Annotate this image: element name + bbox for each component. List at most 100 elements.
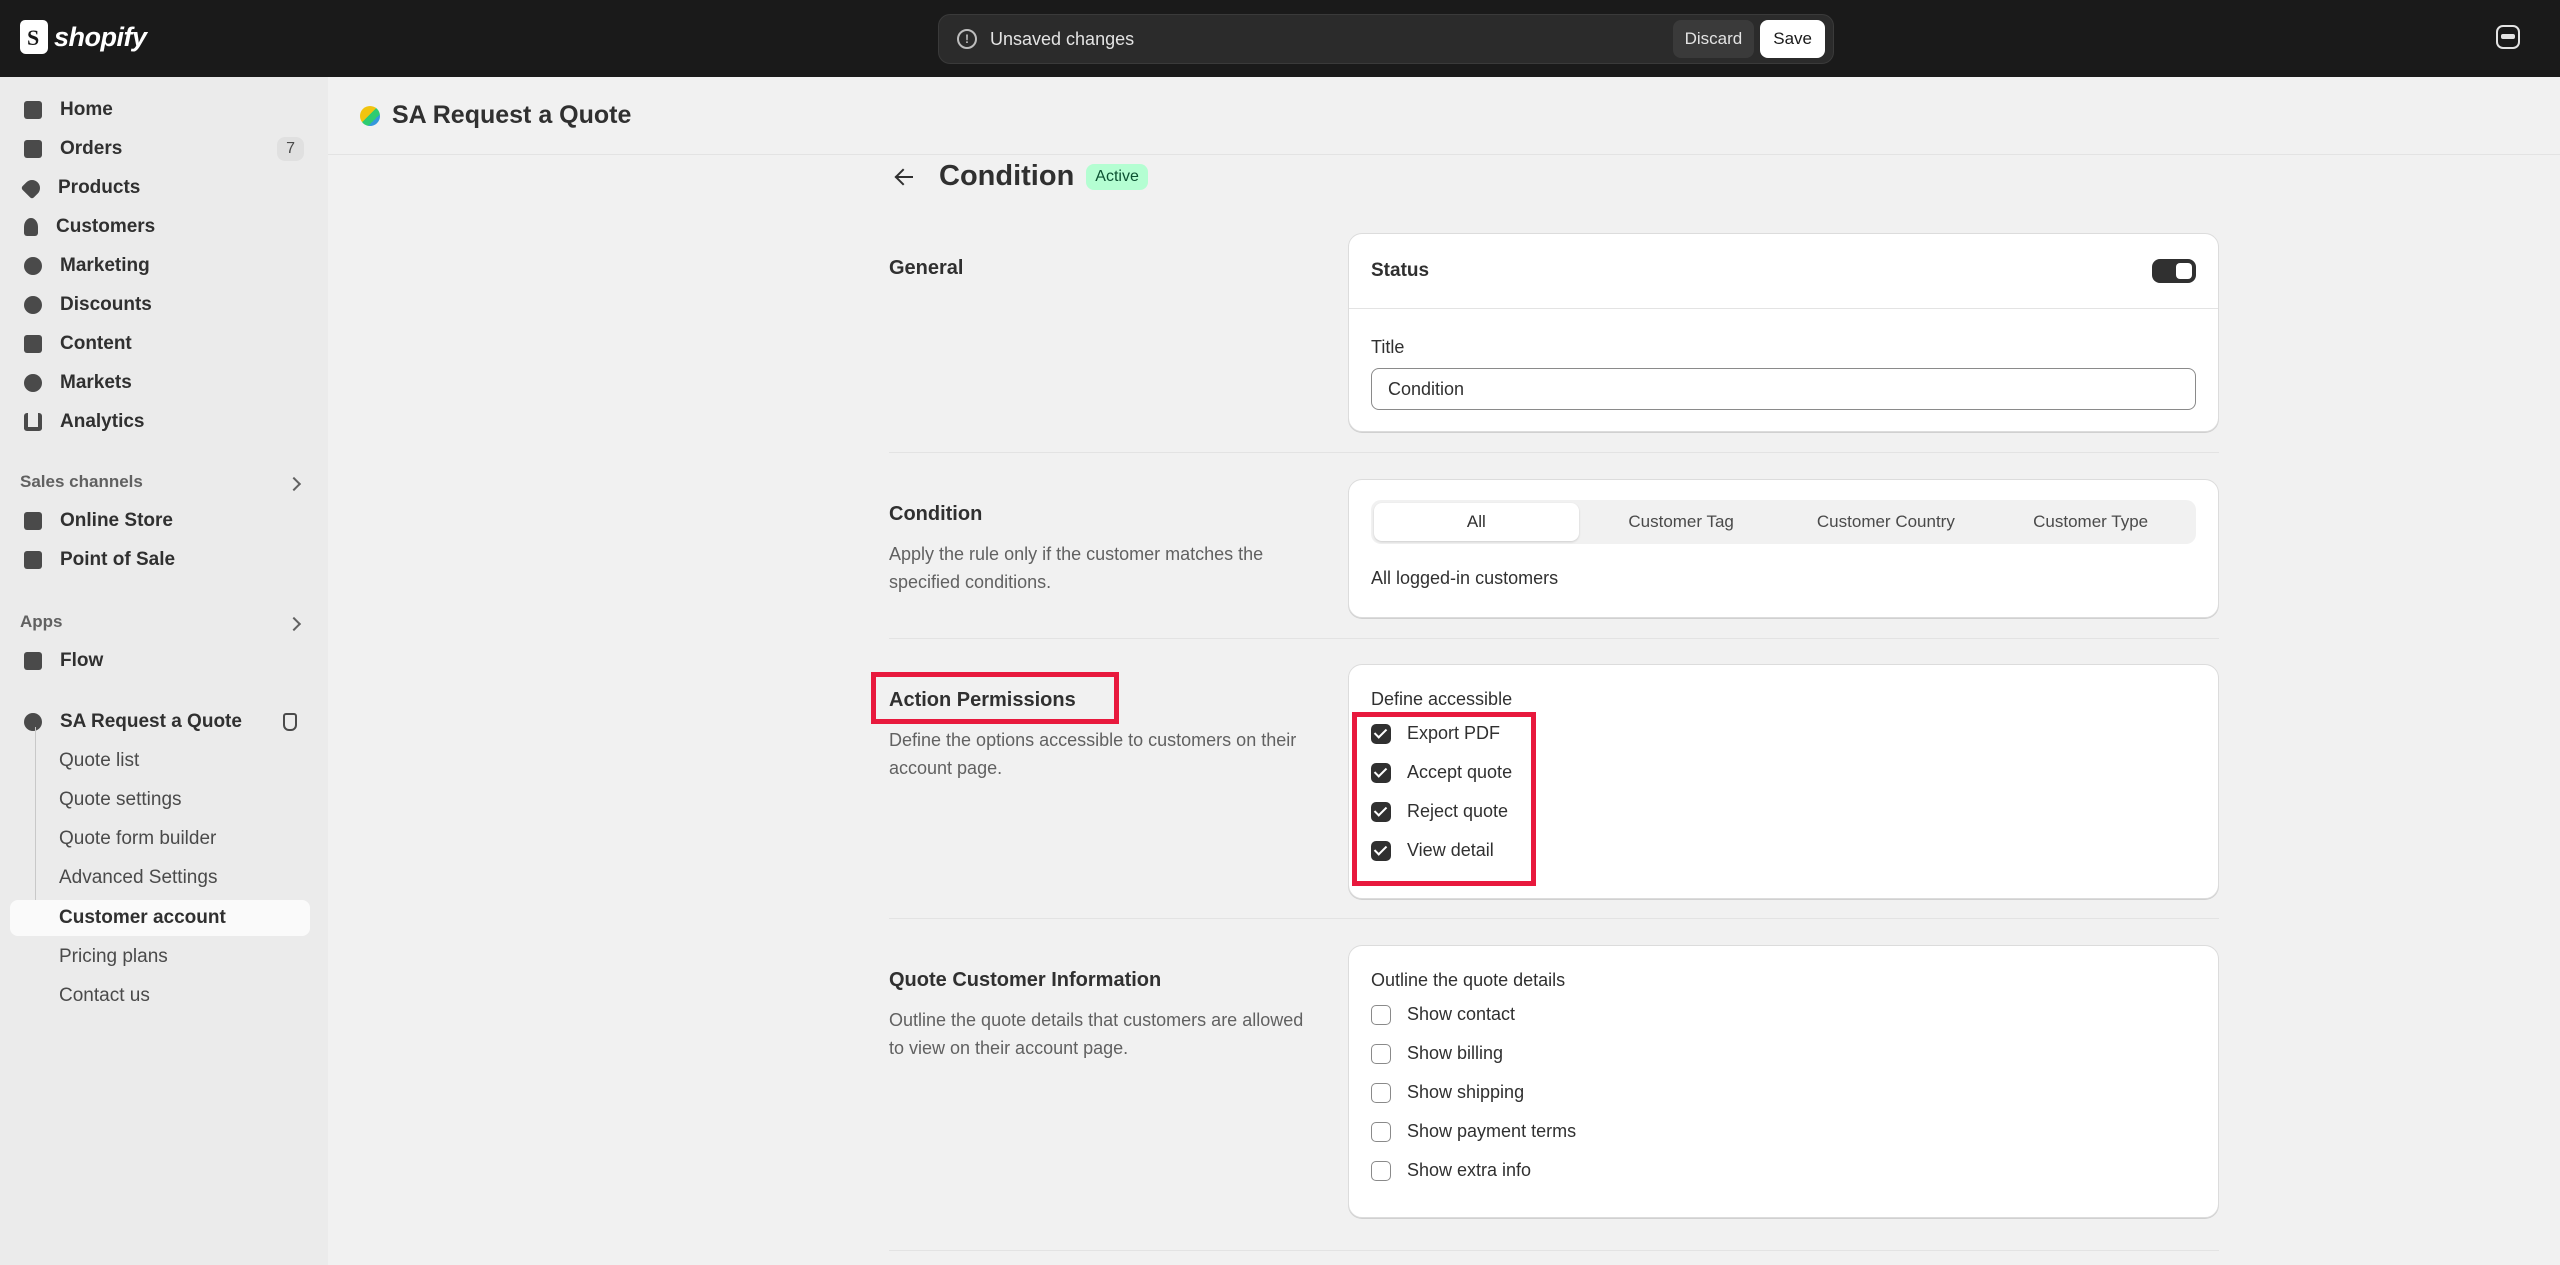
page-heading: Condition Active: [893, 160, 1148, 193]
general-card: Status Title Condition: [1348, 233, 2219, 432]
sidebar: Home Orders 7 Products Customers Marketin…: [0, 77, 328, 1265]
target-icon: [24, 257, 42, 275]
sidebar-item-label: Content: [60, 333, 132, 354]
shopify-logo[interactable]: shopify: [20, 20, 147, 54]
condition-section-title: Condition: [889, 503, 983, 525]
tab-customer-type[interactable]: Customer Type: [1988, 503, 2193, 541]
save-button[interactable]: Save: [1760, 20, 1825, 58]
sidebar-subitem-customer-account[interactable]: Customer account: [10, 900, 310, 936]
status-badge: Active: [1086, 163, 1148, 190]
quote-info-description: Outline the quote details that customers…: [889, 1010, 1304, 1058]
checkbox-show-payment-terms[interactable]: Show payment terms: [1371, 1112, 2218, 1151]
sales-channels-heading: Sales channels: [20, 472, 143, 491]
tab-customer-country[interactable]: Customer Country: [1784, 503, 1989, 541]
general-section-title: General: [889, 257, 964, 279]
checkbox-unchecked-icon[interactable]: [1371, 1121, 1391, 1142]
home-icon: [24, 101, 42, 119]
contextual-save-bar: ! Unsaved changes Discard Save: [938, 14, 1834, 64]
checkbox-show-shipping[interactable]: Show shipping: [1371, 1073, 2218, 1112]
unsaved-changes-text: Unsaved changes: [990, 28, 1135, 49]
sidebar-item-markets[interactable]: Markets: [10, 365, 310, 401]
sidebar-subitem-quote-settings[interactable]: Quote settings: [10, 782, 310, 818]
discard-button[interactable]: Discard: [1672, 20, 1755, 58]
checkbox-unchecked-icon[interactable]: [1371, 1004, 1391, 1025]
condition-tabs: All Customer Tag Customer Country Custom…: [1371, 500, 2196, 544]
sidebar-item-products[interactable]: Products: [10, 170, 310, 206]
title-input[interactable]: Condition: [1371, 368, 2196, 410]
sidebar-item-point-of-sale[interactable]: Point of Sale: [10, 542, 310, 578]
sidebar-item-label: Home: [60, 99, 113, 120]
tag-icon: [20, 176, 44, 200]
highlight-box: [1352, 712, 1536, 886]
sidebar-item-label: Flow: [60, 650, 104, 671]
pos-icon: [24, 551, 42, 569]
define-accessible-label: Define accessible: [1371, 689, 1513, 709]
checkbox-label: Show billing: [1407, 1043, 1504, 1063]
sidebar-item-content[interactable]: Content: [10, 326, 310, 362]
divider: [889, 918, 2219, 919]
sidebar-item-sa-request-a-quote[interactable]: SA Request a Quote: [10, 704, 310, 740]
sidebar-item-customers[interactable]: Customers: [10, 209, 310, 245]
title-field-label: Title: [1371, 337, 1405, 357]
sidebar-item-orders[interactable]: Orders 7: [10, 131, 310, 167]
divider: [889, 638, 2219, 639]
checkbox-unchecked-icon[interactable]: [1371, 1160, 1391, 1181]
checkbox-unchecked-icon[interactable]: [1371, 1043, 1391, 1064]
sidebar-item-label: Marketing: [60, 255, 150, 276]
alert-icon: !: [957, 29, 977, 49]
sidebar-item-label: Discounts: [60, 294, 152, 315]
discount-icon: [24, 296, 42, 314]
logo-text: shopify: [54, 21, 147, 52]
account-icon[interactable]: [2496, 25, 2520, 49]
sidebar-subitem-advanced-settings[interactable]: Advanced Settings: [10, 860, 310, 896]
sidebar-item-label: Point of Sale: [60, 549, 176, 570]
sidebar-item-home[interactable]: Home: [10, 92, 310, 128]
flow-icon: [24, 652, 42, 670]
tab-customer-tag[interactable]: Customer Tag: [1579, 503, 1784, 541]
content-icon: [24, 335, 42, 353]
sidebar-item-label: Markets: [60, 372, 132, 393]
condition-section-description: Apply the rule only if the customer matc…: [889, 544, 1264, 592]
chevron-right-icon[interactable]: [286, 476, 302, 492]
checkbox-label: Show shipping: [1407, 1082, 1525, 1102]
condition-summary: All logged-in customers: [1371, 568, 1559, 588]
sidebar-item-label: SA Request a Quote: [60, 711, 242, 732]
divider: [889, 1250, 2219, 1251]
status-toggle[interactable]: [2152, 259, 2196, 283]
checkbox-show-contact[interactable]: Show contact: [1371, 995, 2218, 1034]
store-icon: [24, 512, 42, 530]
sidebar-subitem-quote-form-builder[interactable]: Quote form builder: [10, 821, 310, 857]
shopify-bag-icon: [20, 20, 48, 54]
divider: [889, 452, 2219, 453]
sidebar-item-flow[interactable]: Flow: [10, 643, 310, 679]
checkbox-show-extra-info[interactable]: Show extra info: [1371, 1151, 2218, 1190]
tab-all[interactable]: All: [1374, 503, 1579, 541]
sidebar-subitem-contact-us[interactable]: Contact us: [10, 978, 310, 1014]
quote-info-list: Show contact Show billing Show shipping …: [1349, 995, 2218, 1190]
pin-icon[interactable]: [283, 713, 297, 731]
checkbox-unchecked-icon[interactable]: [1371, 1082, 1391, 1103]
apps-heading: Apps: [20, 612, 63, 631]
checkbox-show-billing[interactable]: Show billing: [1371, 1034, 2218, 1073]
sidebar-item-label: Analytics: [60, 411, 145, 432]
action-permissions-title: Action Permissions: [889, 689, 1076, 711]
app-header: SA Request a Quote: [328, 77, 2560, 155]
app-logo-icon: [360, 105, 380, 126]
orders-icon: [24, 140, 42, 158]
status-label: Status: [1371, 260, 1430, 281]
sidebar-item-discounts[interactable]: Discounts: [10, 287, 310, 323]
app-logo-icon: [24, 713, 42, 731]
sidebar-subitem-pricing-plans[interactable]: Pricing plans: [10, 939, 310, 975]
sidebar-item-label: Customers: [56, 216, 156, 237]
back-arrow-icon[interactable]: [893, 164, 919, 190]
sidebar-item-analytics[interactable]: Analytics: [10, 404, 310, 440]
outline-details-label: Outline the quote details: [1371, 970, 1566, 990]
quote-info-card: Outline the quote details Show contact S…: [1348, 945, 2219, 1218]
sidebar-item-marketing[interactable]: Marketing: [10, 248, 310, 284]
chevron-right-icon[interactable]: [286, 616, 302, 632]
checkbox-label: Show contact: [1407, 1004, 1516, 1024]
condition-card: All Customer Tag Customer Country Custom…: [1348, 479, 2219, 618]
sidebar-subitem-quote-list[interactable]: Quote list: [10, 743, 310, 779]
status-row: Status: [1349, 234, 2218, 309]
sidebar-item-online-store[interactable]: Online Store: [10, 503, 310, 539]
